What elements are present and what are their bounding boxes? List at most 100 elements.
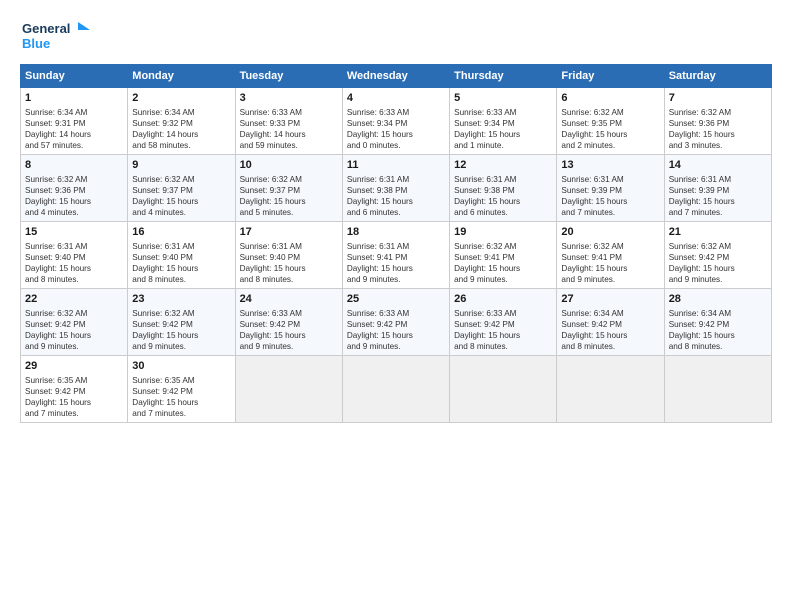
- calendar-cell: 25Sunrise: 6:33 AM Sunset: 9:42 PM Dayli…: [342, 289, 449, 356]
- cell-info: Sunrise: 6:33 AM Sunset: 9:42 PM Dayligh…: [454, 308, 552, 352]
- calendar-cell: [664, 356, 771, 423]
- cell-info: Sunrise: 6:32 AM Sunset: 9:35 PM Dayligh…: [561, 107, 659, 151]
- calendar-week-4: 22Sunrise: 6:32 AM Sunset: 9:42 PM Dayli…: [21, 289, 772, 356]
- calendar-cell: 11Sunrise: 6:31 AM Sunset: 9:38 PM Dayli…: [342, 155, 449, 222]
- logo-svg: GeneralBlue: [20, 18, 90, 54]
- calendar-cell: 7Sunrise: 6:32 AM Sunset: 9:36 PM Daylig…: [664, 88, 771, 155]
- day-number: 23: [132, 292, 230, 307]
- day-header-tuesday: Tuesday: [235, 65, 342, 88]
- calendar-cell: 2Sunrise: 6:34 AM Sunset: 9:32 PM Daylig…: [128, 88, 235, 155]
- page: GeneralBlue SundayMondayTuesdayWednesday…: [0, 0, 792, 612]
- day-number: 26: [454, 292, 552, 307]
- calendar-cell: 21Sunrise: 6:32 AM Sunset: 9:42 PM Dayli…: [664, 222, 771, 289]
- cell-info: Sunrise: 6:34 AM Sunset: 9:32 PM Dayligh…: [132, 107, 230, 151]
- cell-info: Sunrise: 6:34 AM Sunset: 9:42 PM Dayligh…: [561, 308, 659, 352]
- cell-info: Sunrise: 6:34 AM Sunset: 9:42 PM Dayligh…: [669, 308, 767, 352]
- cell-info: Sunrise: 6:31 AM Sunset: 9:38 PM Dayligh…: [347, 174, 445, 218]
- day-number: 16: [132, 225, 230, 240]
- day-number: 18: [347, 225, 445, 240]
- day-header-sunday: Sunday: [21, 65, 128, 88]
- day-number: 15: [25, 225, 123, 240]
- svg-text:General: General: [22, 21, 70, 36]
- day-number: 12: [454, 158, 552, 173]
- day-number: 7: [669, 91, 767, 106]
- calendar-cell: 17Sunrise: 6:31 AM Sunset: 9:40 PM Dayli…: [235, 222, 342, 289]
- day-header-wednesday: Wednesday: [342, 65, 449, 88]
- day-number: 30: [132, 359, 230, 374]
- day-number: 8: [25, 158, 123, 173]
- calendar-table: SundayMondayTuesdayWednesdayThursdayFrid…: [20, 64, 772, 423]
- cell-info: Sunrise: 6:32 AM Sunset: 9:42 PM Dayligh…: [25, 308, 123, 352]
- cell-info: Sunrise: 6:33 AM Sunset: 9:42 PM Dayligh…: [240, 308, 338, 352]
- day-number: 10: [240, 158, 338, 173]
- calendar-cell: 24Sunrise: 6:33 AM Sunset: 9:42 PM Dayli…: [235, 289, 342, 356]
- day-number: 19: [454, 225, 552, 240]
- day-number: 4: [347, 91, 445, 106]
- calendar-week-5: 29Sunrise: 6:35 AM Sunset: 9:42 PM Dayli…: [21, 356, 772, 423]
- calendar-cell: [450, 356, 557, 423]
- calendar-cell: 22Sunrise: 6:32 AM Sunset: 9:42 PM Dayli…: [21, 289, 128, 356]
- calendar-cell: 18Sunrise: 6:31 AM Sunset: 9:41 PM Dayli…: [342, 222, 449, 289]
- calendar-body: 1Sunrise: 6:34 AM Sunset: 9:31 PM Daylig…: [21, 88, 772, 423]
- calendar-cell: 19Sunrise: 6:32 AM Sunset: 9:41 PM Dayli…: [450, 222, 557, 289]
- cell-info: Sunrise: 6:32 AM Sunset: 9:42 PM Dayligh…: [669, 241, 767, 285]
- cell-info: Sunrise: 6:33 AM Sunset: 9:34 PM Dayligh…: [347, 107, 445, 151]
- day-header-thursday: Thursday: [450, 65, 557, 88]
- cell-info: Sunrise: 6:31 AM Sunset: 9:39 PM Dayligh…: [561, 174, 659, 218]
- calendar-cell: 26Sunrise: 6:33 AM Sunset: 9:42 PM Dayli…: [450, 289, 557, 356]
- day-number: 14: [669, 158, 767, 173]
- calendar-week-1: 1Sunrise: 6:34 AM Sunset: 9:31 PM Daylig…: [21, 88, 772, 155]
- calendar-cell: 6Sunrise: 6:32 AM Sunset: 9:35 PM Daylig…: [557, 88, 664, 155]
- day-number: 27: [561, 292, 659, 307]
- cell-info: Sunrise: 6:31 AM Sunset: 9:40 PM Dayligh…: [25, 241, 123, 285]
- cell-info: Sunrise: 6:31 AM Sunset: 9:41 PM Dayligh…: [347, 241, 445, 285]
- calendar-cell: 10Sunrise: 6:32 AM Sunset: 9:37 PM Dayli…: [235, 155, 342, 222]
- day-number: 6: [561, 91, 659, 106]
- day-header-friday: Friday: [557, 65, 664, 88]
- calendar-cell: 4Sunrise: 6:33 AM Sunset: 9:34 PM Daylig…: [342, 88, 449, 155]
- day-header-monday: Monday: [128, 65, 235, 88]
- calendar-cell: 20Sunrise: 6:32 AM Sunset: 9:41 PM Dayli…: [557, 222, 664, 289]
- day-number: 13: [561, 158, 659, 173]
- cell-info: Sunrise: 6:31 AM Sunset: 9:38 PM Dayligh…: [454, 174, 552, 218]
- day-number: 20: [561, 225, 659, 240]
- cell-info: Sunrise: 6:32 AM Sunset: 9:41 PM Dayligh…: [454, 241, 552, 285]
- calendar-cell: 9Sunrise: 6:32 AM Sunset: 9:37 PM Daylig…: [128, 155, 235, 222]
- cell-info: Sunrise: 6:32 AM Sunset: 9:37 PM Dayligh…: [240, 174, 338, 218]
- day-number: 11: [347, 158, 445, 173]
- calendar-cell: 3Sunrise: 6:33 AM Sunset: 9:33 PM Daylig…: [235, 88, 342, 155]
- cell-info: Sunrise: 6:33 AM Sunset: 9:34 PM Dayligh…: [454, 107, 552, 151]
- calendar-cell: 5Sunrise: 6:33 AM Sunset: 9:34 PM Daylig…: [450, 88, 557, 155]
- cell-info: Sunrise: 6:32 AM Sunset: 9:42 PM Dayligh…: [132, 308, 230, 352]
- day-number: 9: [132, 158, 230, 173]
- calendar-cell: 23Sunrise: 6:32 AM Sunset: 9:42 PM Dayli…: [128, 289, 235, 356]
- day-number: 17: [240, 225, 338, 240]
- cell-info: Sunrise: 6:34 AM Sunset: 9:31 PM Dayligh…: [25, 107, 123, 151]
- calendar-cell: 1Sunrise: 6:34 AM Sunset: 9:31 PM Daylig…: [21, 88, 128, 155]
- day-number: 24: [240, 292, 338, 307]
- calendar-cell: 13Sunrise: 6:31 AM Sunset: 9:39 PM Dayli…: [557, 155, 664, 222]
- logo: GeneralBlue: [20, 18, 90, 54]
- header: GeneralBlue: [20, 18, 772, 54]
- day-number: 1: [25, 91, 123, 106]
- calendar-cell: 27Sunrise: 6:34 AM Sunset: 9:42 PM Dayli…: [557, 289, 664, 356]
- cell-info: Sunrise: 6:32 AM Sunset: 9:36 PM Dayligh…: [25, 174, 123, 218]
- calendar-cell: 16Sunrise: 6:31 AM Sunset: 9:40 PM Dayli…: [128, 222, 235, 289]
- day-number: 28: [669, 292, 767, 307]
- svg-text:Blue: Blue: [22, 36, 50, 51]
- calendar-cell: 15Sunrise: 6:31 AM Sunset: 9:40 PM Dayli…: [21, 222, 128, 289]
- calendar-header-row: SundayMondayTuesdayWednesdayThursdayFrid…: [21, 65, 772, 88]
- day-number: 21: [669, 225, 767, 240]
- day-header-saturday: Saturday: [664, 65, 771, 88]
- day-number: 29: [25, 359, 123, 374]
- cell-info: Sunrise: 6:33 AM Sunset: 9:33 PM Dayligh…: [240, 107, 338, 151]
- day-number: 2: [132, 91, 230, 106]
- calendar-week-3: 15Sunrise: 6:31 AM Sunset: 9:40 PM Dayli…: [21, 222, 772, 289]
- calendar-cell: [557, 356, 664, 423]
- cell-info: Sunrise: 6:35 AM Sunset: 9:42 PM Dayligh…: [25, 375, 123, 419]
- cell-info: Sunrise: 6:33 AM Sunset: 9:42 PM Dayligh…: [347, 308, 445, 352]
- calendar-cell: 14Sunrise: 6:31 AM Sunset: 9:39 PM Dayli…: [664, 155, 771, 222]
- day-number: 3: [240, 91, 338, 106]
- calendar-week-2: 8Sunrise: 6:32 AM Sunset: 9:36 PM Daylig…: [21, 155, 772, 222]
- calendar-cell: [235, 356, 342, 423]
